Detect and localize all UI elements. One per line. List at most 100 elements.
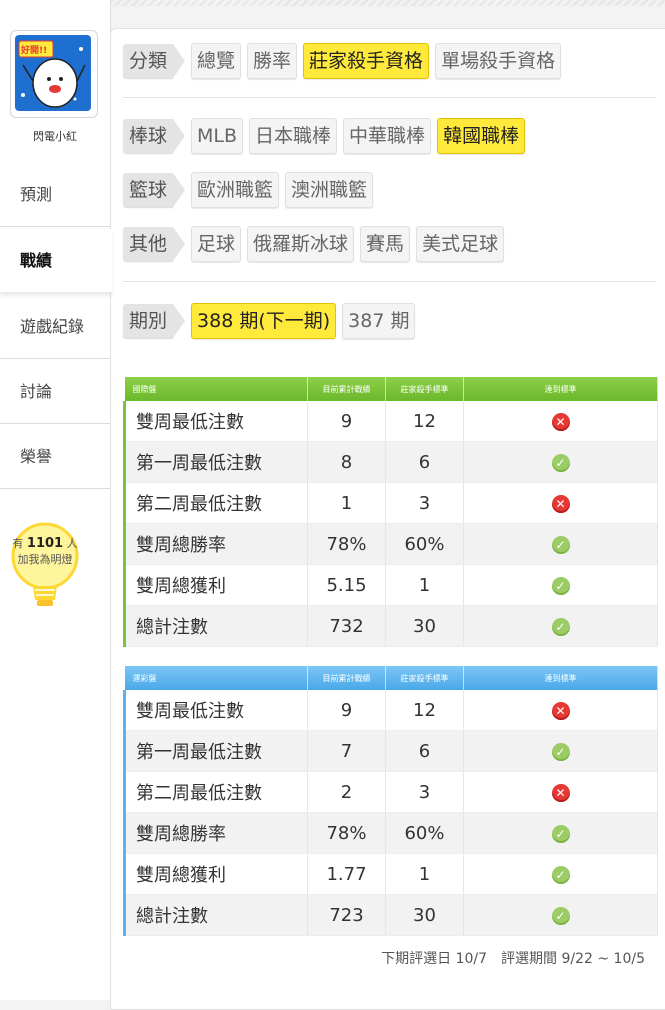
filter-chip-npb[interactable]: 日本職棒 <box>249 118 338 154</box>
row-current-value: 5.15 <box>307 564 386 606</box>
row-status: ✓ <box>463 441 658 483</box>
check-icon: ✓ <box>551 453 570 472</box>
filter-chip-soccer[interactable]: 足球 <box>191 226 242 262</box>
row-status: ✓ <box>463 523 658 565</box>
column-header: 莊家殺手標準 <box>385 377 464 401</box>
filter-label-category: 分類 <box>123 44 186 78</box>
divider <box>123 281 656 282</box>
check-icon: ✓ <box>551 906 570 925</box>
evaluation-dates: 下期評選日 10/7 評選期間 9/22 ~ 10/5 <box>381 951 645 967</box>
table-row: 總計注數 723 30 ✓ <box>123 894 658 936</box>
column-header: 達到標準 <box>463 377 658 401</box>
table-row: 第二周最低注數 2 3 ✕ <box>123 771 658 813</box>
cross-icon: ✕ <box>551 701 570 720</box>
avatar-image: 好開!! <box>15 35 91 111</box>
avatar[interactable]: 好開!! <box>10 30 98 118</box>
row-standard-value: 12 <box>385 690 464 731</box>
filter-chip-horse-racing[interactable]: 賽馬 <box>360 226 411 262</box>
table-header: 運彩盤 目前累計戰績 莊家殺手標準 達到標準 <box>124 666 658 690</box>
check-icon: ✓ <box>551 824 570 843</box>
row-metric-name: 第一周最低注數 <box>123 730 308 772</box>
international-odds-table: 國際盤 目前累計戰績 莊家殺手標準 達到標準 雙周最低注數 9 12 ✕ 第一周最低注數 8 6 ✓ 第… <box>123 377 658 647</box>
row-standard-value: 6 <box>385 730 464 772</box>
filter-chip-mlb[interactable]: MLB <box>191 118 244 154</box>
filter-label-basketball: 籃球 <box>123 173 186 207</box>
filter-chip-single-killer[interactable]: 單場殺手資格 <box>435 43 562 79</box>
row-metric-name: 第二周最低注數 <box>123 482 308 524</box>
row-metric-name: 雙周最低注數 <box>123 401 308 442</box>
filter-row-basketball: 籃球 歐洲職籃 澳洲職籃 <box>123 172 379 208</box>
cross-icon: ✕ <box>551 783 570 802</box>
row-status: ✕ <box>463 401 658 442</box>
cross-icon: ✕ <box>551 412 570 431</box>
row-status: ✓ <box>463 605 658 647</box>
row-standard-value: 60% <box>385 812 464 854</box>
fan-count[interactable]: 有 1101 人 加我為明燈 <box>0 535 90 567</box>
row-status: ✕ <box>463 482 658 524</box>
table-row: 雙周最低注數 9 12 ✕ <box>123 690 658 731</box>
filter-chip-period-388[interactable]: 388 期(下一期) <box>191 303 337 339</box>
table-title: 運彩盤 <box>124 666 308 690</box>
filter-chip-kbo[interactable]: 韓國職棒 <box>437 118 526 154</box>
column-header: 達到標準 <box>463 666 658 690</box>
nav-item-record[interactable]: 戰績 <box>0 229 112 293</box>
filter-row-period: 期別 388 期(下一期) 387 期 <box>123 303 421 339</box>
filter-chip-aus-basketball[interactable]: 澳洲職籃 <box>285 172 374 208</box>
table-header: 國際盤 目前累計戰績 莊家殺手標準 達到標準 <box>124 377 658 401</box>
row-current-value: 732 <box>307 605 386 647</box>
filter-chip-american-football[interactable]: 美式足球 <box>416 226 505 262</box>
filter-chip-period-387[interactable]: 387 期 <box>342 303 416 339</box>
row-metric-name: 第二周最低注數 <box>123 771 308 813</box>
filter-row-baseball: 棒球 MLB 日本職棒 中華職棒 韓國職棒 <box>123 118 531 154</box>
table-row: 雙周最低注數 9 12 ✕ <box>123 401 658 442</box>
row-standard-value: 60% <box>385 523 464 565</box>
row-current-value: 9 <box>307 690 386 731</box>
table-row: 總計注數 732 30 ✓ <box>123 605 658 647</box>
filter-row-category: 分類 總覽 勝率 莊家殺手資格 單場殺手資格 <box>123 43 567 79</box>
row-current-value: 723 <box>307 894 386 936</box>
row-metric-name: 雙周總獲利 <box>123 564 308 606</box>
filter-label-period: 期別 <box>123 304 186 338</box>
row-standard-value: 1 <box>385 853 464 895</box>
table-title: 國際盤 <box>124 377 308 401</box>
divider <box>123 97 656 98</box>
table-row: 雙周總獲利 5.15 1 ✓ <box>123 564 658 606</box>
row-status: ✓ <box>463 564 658 606</box>
filter-chip-cpbl[interactable]: 中華職棒 <box>343 118 432 154</box>
column-header: 莊家殺手標準 <box>385 666 464 690</box>
check-icon: ✓ <box>551 742 570 761</box>
check-icon: ✓ <box>551 617 570 636</box>
filter-chip-winrate[interactable]: 勝率 <box>247 43 298 79</box>
row-metric-name: 第一周最低注數 <box>123 441 308 483</box>
row-metric-name: 雙周總勝率 <box>123 812 308 854</box>
row-standard-value: 6 <box>385 441 464 483</box>
row-status: ✓ <box>463 853 658 895</box>
filter-chip-banker-killer[interactable]: 莊家殺手資格 <box>303 43 430 79</box>
table-row: 第一周最低注數 8 6 ✓ <box>123 441 658 483</box>
row-current-value: 2 <box>307 771 386 813</box>
filter-chip-khl[interactable]: 俄羅斯冰球 <box>247 226 355 262</box>
filter-chip-overview[interactable]: 總覽 <box>191 43 242 79</box>
row-metric-name: 雙周總獲利 <box>123 853 308 895</box>
row-metric-name: 雙周最低注數 <box>123 690 308 731</box>
row-current-value: 7 <box>307 730 386 772</box>
filter-chip-euro-basketball[interactable]: 歐洲職籃 <box>191 172 280 208</box>
row-metric-name: 雙周總勝率 <box>123 523 308 565</box>
check-icon: ✓ <box>551 576 570 595</box>
nav-item-predict[interactable]: 預測 <box>0 163 110 227</box>
row-status: ✕ <box>463 771 658 813</box>
check-icon: ✓ <box>551 535 570 554</box>
nav-item-honor[interactable]: 榮譽 <box>0 425 110 489</box>
row-status: ✕ <box>463 690 658 731</box>
row-metric-name: 總計注數 <box>123 605 308 647</box>
row-status: ✓ <box>463 812 658 854</box>
row-standard-value: 30 <box>385 605 464 647</box>
cross-icon: ✕ <box>551 494 570 513</box>
table-row: 雙周總勝率 78% 60% ✓ <box>123 812 658 854</box>
nav-item-game-log[interactable]: 遊戲紀錄 <box>0 295 110 359</box>
filter-label-other: 其他 <box>123 227 186 261</box>
table-row: 第二周最低注數 1 3 ✕ <box>123 482 658 524</box>
fan-count-suffix: 人 <box>66 537 78 550</box>
row-standard-value: 30 <box>385 894 464 936</box>
nav-item-discussion[interactable]: 討論 <box>0 360 110 424</box>
